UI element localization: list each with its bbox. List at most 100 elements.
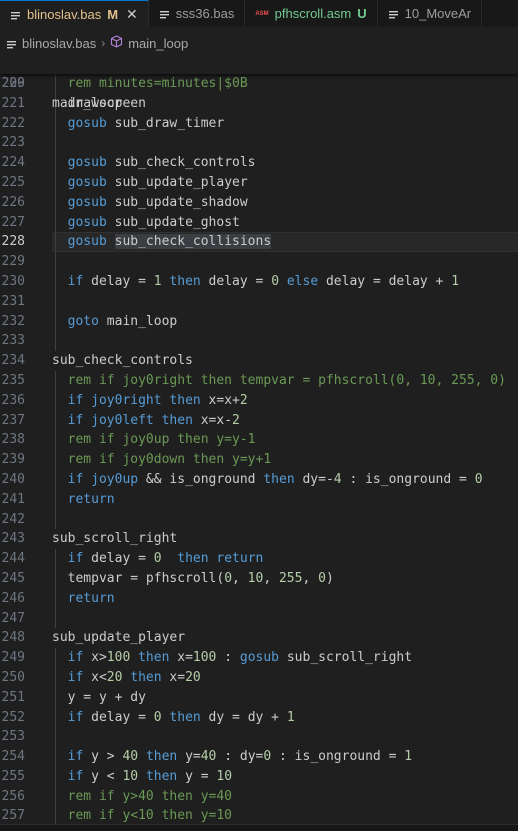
sticky-label: main_loop [52,95,123,111]
code-token: then [263,471,295,487]
line-number: 232 [1,313,25,329]
indent-guide [55,291,56,312]
code-text: if joy0left then x=x-2 [52,411,240,431]
code-token: : is_onground = [271,749,405,765]
tab-10-movear[interactable]: 10_MoveAr [378,0,483,27]
code-token: gosub [239,650,280,666]
code-token: sub_update_ghost [106,214,240,230]
code-line[interactable]: 257 rem if y<10 then y=10 [0,806,518,824]
code-line[interactable]: 250 if x<20 then x=20 [0,667,518,688]
indent-guide [55,133,56,154]
code-token: 20 [185,669,201,685]
code-token: goto [52,313,99,329]
code-line[interactable]: 243 sub_scroll_right [0,529,518,549]
code-text: sub_update_player [52,628,185,648]
code-line[interactable]: 239 rem if joy0down then y=y+1 [0,450,518,470]
code-token: rem minutes=minutes|$0B [52,76,248,91]
code-token: delay = [83,709,154,725]
code-line[interactable]: 230 if delay = 1 then delay = 0 else del… [0,271,518,292]
code-line[interactable]: 225 gosub sub_update_player [0,172,518,193]
code-token: : is_onground = [341,471,475,487]
code-token: if [52,768,84,784]
code-line[interactable]: 232 goto main_loop [0,311,518,332]
code-text: gosub sub_check_controls [52,153,256,173]
sticky-scroll-header[interactable]: 209 main_loop [0,54,518,111]
code-line[interactable]: 254 if y > 40 then y=40 : dy=0 : is_ongr… [0,747,518,767]
code-line[interactable]: 241 return [0,489,518,510]
code-line[interactable]: 231 [0,291,518,312]
code-token: if [52,273,84,289]
code-line[interactable]: 244 if delay = 0 then return [0,549,518,569]
code-line[interactable]: 235 rem if joy0right then tempvar = pfhs… [0,370,518,391]
code-text: gosub sub_draw_timer [52,114,225,134]
tab-sss36-bas[interactable]: sss36.bas [149,0,246,27]
line-number: 233 [1,333,25,349]
code-line[interactable]: 224 gosub sub_check_controls [0,153,518,173]
untracked-badge: U [357,6,367,21]
code-text: gosub sub_update_player [52,173,248,193]
code-token: 0 [153,709,162,725]
code-token: 0 [271,273,280,289]
code-token: 0 [318,570,326,586]
breadcrumb-file[interactable]: blinoslav.bas [22,36,96,51]
code-line[interactable]: 236 if joy0right then x=x+2 [0,390,518,411]
code-line[interactable]: 234 sub_check_controls [0,351,518,371]
code-text: if delay = 0 then dy = dy + 1 [52,708,295,728]
code-token: gosub [52,194,107,210]
code-token: then [169,709,201,725]
code-line[interactable]: 255 if y < 10 then y = 10 [0,766,518,787]
line-number: 254 [1,749,25,765]
line-number: 223 [1,135,25,151]
line-number: 227 [1,214,25,230]
code-text: gosub sub_update_shadow [52,193,248,213]
tab-blinoslav-bas[interactable]: blinoslav.bas M ✕ [0,0,149,27]
code-text: rem if joy0up then y=y-1 [52,430,256,450]
code-line[interactable]: 237 if joy0left then x=x-2 [0,410,518,431]
code-token: y = y + dy [52,689,146,705]
code-line[interactable]: 252 if delay = 0 then dy = dy + 1 [0,707,518,728]
code-token: sub_check_collisions [114,234,272,250]
breadcrumb-symbol[interactable]: main_loop [128,36,188,51]
code-line[interactable]: 226 gosub sub_update_shadow [0,192,518,213]
code-line[interactable]: 220 rem minutes=minutes|$0B [0,74,518,94]
code-token: delay = [200,273,272,289]
code-line[interactable]: 251 y = y + dy [0,687,518,708]
code-text: y = y + dy [52,688,146,708]
code-line[interactable]: 229 [0,252,518,272]
code-token: if [52,471,84,487]
code-token: dy=- [294,471,334,487]
code-token: else [286,273,319,289]
code-line[interactable]: 249 if x>100 then x=100 : gosub sub_scro… [0,648,518,668]
code-line[interactable]: 245 tempvar = pfhscroll(0, 10, 255, 0) [0,568,518,589]
code-line[interactable]: 222 gosub sub_draw_timer [0,113,518,134]
code-line[interactable]: 248 sub_update_player [0,628,518,648]
code-line[interactable]: 223 [0,133,518,154]
code-line[interactable]: 242 [0,509,518,530]
tab-pfhscroll-asm[interactable]: ASM pfhscroll.asm U [245,0,378,27]
line-number: 235 [1,372,25,388]
code-token: dy = dy + [200,709,287,725]
code-line[interactable]: 247 [0,608,518,629]
code-line[interactable]: 233 [0,331,518,352]
code-token: sub_check_controls [106,155,256,171]
code-token: x> [83,650,107,666]
close-icon[interactable]: ✕ [126,6,138,23]
code-line[interactable]: 246 return [0,588,518,609]
file-lines-icon [10,9,21,20]
line-number: 234 [1,353,25,369]
code-line[interactable]: 238 rem if joy0up then y=y-1 [0,430,518,451]
code-text: sub_scroll_right [52,529,177,549]
code-line[interactable]: 240 if joy0up && is_onground then dy=-4 … [0,469,518,490]
code-editor[interactable]: 209 main_loop 220 rem minutes=minutes|$0… [0,54,518,824]
code-line[interactable]: 228 gosub sub_check_collisions [0,232,518,253]
code-token: sub_draw_timer [106,115,225,131]
code-line[interactable]: 253 [0,727,518,748]
line-number: 229 [1,254,25,270]
code-line[interactable]: 256 rem if y>40 then y=40 [0,786,518,807]
code-token: 1 [153,273,162,289]
code-line[interactable]: 227 gosub sub_update_ghost [0,212,518,233]
